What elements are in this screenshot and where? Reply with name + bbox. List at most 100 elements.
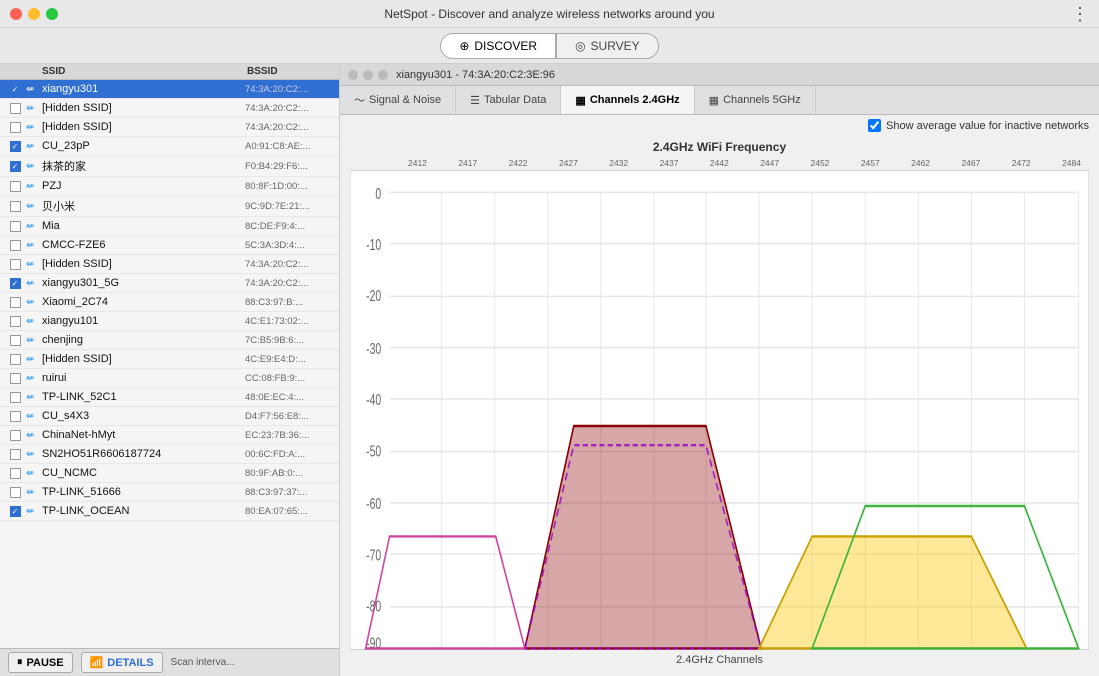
network-checkbox[interactable] xyxy=(10,487,21,498)
wifi-icon: ⇍ xyxy=(26,221,42,232)
wifi-icon: ⇍ xyxy=(26,84,42,95)
network-checkbox[interactable] xyxy=(10,373,21,384)
detail-max-btn[interactable] xyxy=(378,70,388,80)
network-checkbox[interactable] xyxy=(10,259,21,270)
network-row[interactable]: ⇍抹茶的家F0:B4:29:F6:... xyxy=(0,156,339,177)
network-row[interactable]: ⇍TP-LINK_52C148:0E:EC:4:... xyxy=(0,388,339,407)
network-row[interactable]: ⇍Mia8C:DE:F9:4:... xyxy=(0,217,339,236)
network-checkbox[interactable] xyxy=(10,84,21,95)
network-row[interactable]: ⇍[Hidden SSID]4C:E9:E4:D:... xyxy=(0,350,339,369)
network-checkbox[interactable] xyxy=(10,392,21,403)
network-row[interactable]: ⇍xiangyu30174:3A:20:C2:... xyxy=(0,80,339,99)
network-row[interactable]: ⇍PZJ80:8F:1D:00:... xyxy=(0,177,339,196)
details-button[interactable]: 📶 DETAILS xyxy=(81,652,163,673)
network-checkbox[interactable] xyxy=(10,161,21,172)
network-ssid: TP-LINK_OCEAN xyxy=(42,505,245,517)
network-checkbox[interactable] xyxy=(10,103,21,114)
network-row[interactable]: ⇍CU_23pPA0:91:C8:AE:... xyxy=(0,137,339,156)
close-button[interactable] xyxy=(10,8,22,20)
detail-min-btn[interactable] xyxy=(363,70,373,80)
discover-tab[interactable]: ⊕ DISCOVER xyxy=(440,33,556,59)
network-row[interactable]: ⇍CU_NCMC80:9F:AB:0:... xyxy=(0,464,339,483)
avg-checkbox-label: Show average value for inactive networks xyxy=(886,120,1089,132)
network-row[interactable]: ⇍chenjing7C:B5:9B:6:... xyxy=(0,331,339,350)
network-checkbox[interactable] xyxy=(10,316,21,327)
network-ssid: 贝小米 xyxy=(42,198,245,214)
network-ssid: [Hidden SSID] xyxy=(42,258,245,270)
network-checkbox[interactable] xyxy=(10,141,21,152)
network-checkbox[interactable] xyxy=(10,278,21,289)
avg-checkbox[interactable] xyxy=(868,119,881,132)
wifi-icon: ⇍ xyxy=(26,449,42,460)
pause-button[interactable]: ⏸ PAUSE xyxy=(8,652,73,673)
network-checkbox[interactable] xyxy=(10,240,21,251)
chart-x-label: 2.4GHz Channels xyxy=(350,654,1089,666)
network-bssid: 88:C3:97:B:... xyxy=(245,297,335,308)
network-row[interactable]: ⇍[Hidden SSID]74:3A:20:C2:... xyxy=(0,255,339,274)
network-row[interactable]: ⇍TP-LINK_5166688:C3:97:37:... xyxy=(0,483,339,502)
network-ssid: ChinaNet-hMyt xyxy=(42,429,245,441)
detail-close-btn[interactable] xyxy=(348,70,358,80)
network-bssid: EC:23:7B:36:... xyxy=(245,430,335,441)
network-checkbox[interactable] xyxy=(10,449,21,460)
network-ssid: CU_NCMC xyxy=(42,467,245,479)
network-ssid: CU_23pP xyxy=(42,140,245,152)
network-row[interactable]: ⇍xiangyu301_5G74:3A:20:C2:... xyxy=(0,274,339,293)
network-bssid: 48:0E:EC:4:... xyxy=(245,392,335,403)
network-checkbox[interactable] xyxy=(10,430,21,441)
wifi-icon: ⇍ xyxy=(26,468,42,479)
wifi-icon: ⇍ xyxy=(26,506,42,517)
tab-channels-24-label: Channels 2.4GHz xyxy=(590,94,680,106)
maximize-button[interactable] xyxy=(46,8,58,20)
network-row[interactable]: ⇍CU_s4X3D4:F7:56:E8:... xyxy=(0,407,339,426)
network-checkbox[interactable] xyxy=(10,468,21,479)
network-checkbox[interactable] xyxy=(10,122,21,133)
tab-signal-noise-label: Signal & Noise xyxy=(369,94,441,106)
network-checkbox[interactable] xyxy=(10,201,21,212)
tab-channels-24[interactable]: ▦ Channels 2.4GHz xyxy=(561,86,694,114)
wifi-icon: ⇍ xyxy=(26,297,42,308)
network-checkbox[interactable] xyxy=(10,506,21,517)
network-row[interactable]: ⇍[Hidden SSID]74:3A:20:C2:... xyxy=(0,99,339,118)
network-row[interactable]: ⇍[Hidden SSID]74:3A:20:C2:... xyxy=(0,118,339,137)
network-row[interactable]: ⇍贝小米9C:9D:7E:21:... xyxy=(0,196,339,217)
survey-tab[interactable]: ◎ SURVEY xyxy=(556,33,659,59)
network-ssid: xiangyu301_5G xyxy=(42,277,245,289)
detail-tabs: 〜 Signal & Noise ☰ Tabular Data ▦ Channe… xyxy=(340,86,1099,115)
minimize-button[interactable] xyxy=(28,8,40,20)
network-checkbox[interactable] xyxy=(10,335,21,346)
network-ssid: Mia xyxy=(42,220,245,232)
network-checkbox[interactable] xyxy=(10,297,21,308)
network-row[interactable]: ⇍ruiruiCC:08:FB:9:... xyxy=(0,369,339,388)
app-title: NetSpot - Discover and analyze wireless … xyxy=(384,7,714,21)
menu-button[interactable]: ⋮ xyxy=(1071,5,1089,23)
tab-channels-5[interactable]: ▦ Channels 5GHz xyxy=(695,86,816,114)
network-checkbox[interactable] xyxy=(10,221,21,232)
network-row[interactable]: ⇍xiangyu1014C:E1:73:02:... xyxy=(0,312,339,331)
network-row[interactable]: ⇍ChinaNet-hMytEC:23:7B:36:... xyxy=(0,426,339,445)
tab-tabular-data-label: Tabular Data xyxy=(484,94,546,106)
network-checkbox[interactable] xyxy=(10,181,21,192)
network-row[interactable]: ⇍SN2HO51R660618772400:6C:FD:A:... xyxy=(0,445,339,464)
list-icon: ☰ xyxy=(470,94,480,107)
wifi-details-icon: 📶 xyxy=(90,656,104,669)
network-row[interactable]: ⇍TP-LINK_OCEAN80:EA:07:65:... xyxy=(0,502,339,521)
network-ssid: ruirui xyxy=(42,372,245,384)
network-checkbox[interactable] xyxy=(10,411,21,422)
svg-text:-40: -40 xyxy=(366,391,381,409)
svg-text:0: 0 xyxy=(375,185,381,203)
tab-tabular-data[interactable]: ☰ Tabular Data xyxy=(456,86,561,114)
network-row[interactable]: ⇍CMCC-FZE65C:3A:3D:4:... xyxy=(0,236,339,255)
network-rows: ⇍xiangyu30174:3A:20:C2:...⇍[Hidden SSID]… xyxy=(0,80,339,648)
channel-chart: 0 -10 -20 -30 -40 -50 -60 -70 -80 -90 xyxy=(350,170,1089,650)
wifi-icon: ⇍ xyxy=(26,201,42,212)
col-check xyxy=(4,66,26,77)
svg-text:-70: -70 xyxy=(366,546,381,564)
network-row[interactable]: ⇍Xiaomi_2C7488:C3:97:B:... xyxy=(0,293,339,312)
network-checkbox[interactable] xyxy=(10,354,21,365)
network-ssid: [Hidden SSID] xyxy=(42,121,245,133)
tab-signal-noise[interactable]: 〜 Signal & Noise xyxy=(340,86,456,114)
network-bssid: 88:C3:97:37:... xyxy=(245,487,335,498)
chart-container: 2.4GHz WiFi Frequency 2412 2417 2422 242… xyxy=(340,136,1099,676)
network-bssid: 9C:9D:7E:21:... xyxy=(245,201,335,212)
